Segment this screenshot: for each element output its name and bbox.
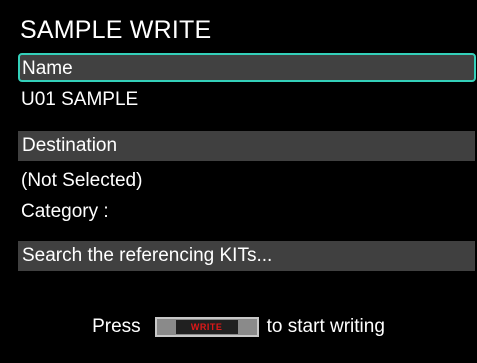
write-button-face: WRITE: [175, 320, 238, 334]
sample-write-screen: SAMPLE WRITE Name U01 SAMPLE Destination…: [0, 0, 477, 363]
category-label: Category :: [21, 201, 109, 222]
name-value[interactable]: U01 SAMPLE: [21, 86, 138, 114]
footer-instruction: Press WRITE to start writing: [0, 312, 477, 342]
write-button-icon: WRITE: [154, 317, 259, 337]
name-field-header[interactable]: Name: [18, 53, 476, 82]
search-referencing-kits-item[interactable]: Search the referencing KITs...: [18, 241, 475, 271]
destination-field-header[interactable]: Destination: [18, 131, 475, 161]
footer-prefix: Press: [92, 316, 141, 337]
write-button-label: WRITE: [190, 322, 223, 332]
screen-title: SAMPLE WRITE: [20, 16, 212, 44]
destination-value[interactable]: (Not Selected): [21, 167, 142, 195]
footer-suffix: to start writing: [266, 316, 385, 337]
